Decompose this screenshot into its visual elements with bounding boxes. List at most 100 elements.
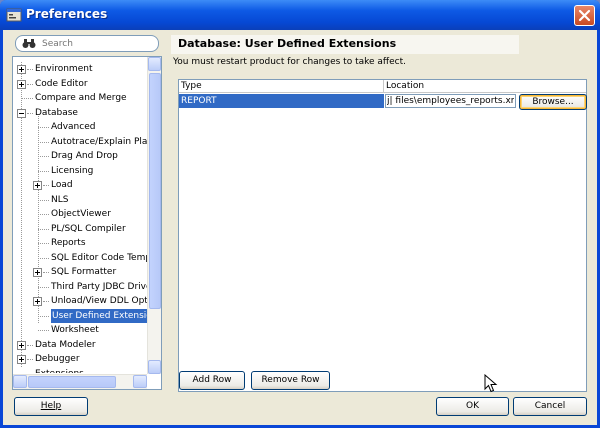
- extensions-table: Type Location REPORT Browse...: [178, 79, 587, 392]
- tree-item[interactable]: SQL Formatter: [13, 265, 147, 279]
- tree-connector: [38, 330, 49, 331]
- scroll-down-button[interactable]: [148, 360, 161, 374]
- tree-connector: [38, 156, 49, 157]
- tree-item[interactable]: Unload/View DDL Option: [13, 294, 147, 308]
- add-row-button[interactable]: Add Row: [179, 371, 245, 390]
- tree-item-label: SQL Formatter: [51, 267, 117, 277]
- preferences-tree: Environment Code Editor Compare and Merge D…: [12, 56, 162, 390]
- cancel-button[interactable]: Cancel: [513, 397, 587, 416]
- expand-icon[interactable]: [33, 268, 42, 277]
- tree-item-label: Reports: [51, 238, 86, 248]
- preferences-icon: [6, 7, 22, 23]
- close-button[interactable]: [574, 5, 595, 26]
- tree-item-label: Database: [35, 107, 78, 118]
- tree-item[interactable]: Reports: [13, 236, 147, 250]
- page-header: Database: User Defined Extensions: [171, 35, 519, 54]
- tree-item[interactable]: User Defined Extension: [13, 308, 147, 323]
- location-input[interactable]: [387, 95, 514, 107]
- tree-item[interactable]: Advanced: [13, 120, 147, 134]
- tree-connector: [27, 344, 33, 346]
- mouse-pointer-icon: [484, 374, 498, 393]
- tree-item-label: Code Editor: [35, 78, 88, 89]
- ok-button[interactable]: OK: [436, 397, 509, 416]
- expand-icon[interactable]: [17, 65, 26, 74]
- scroll-right-button[interactable]: [133, 375, 147, 388]
- tree-item-label: Debugger: [35, 354, 80, 364]
- tree-connector: [22, 98, 33, 99]
- tree-item[interactable]: Environment: [13, 62, 147, 76]
- tree-item[interactable]: Extensions: [13, 367, 147, 374]
- expand-icon[interactable]: [17, 79, 26, 89]
- tree-item[interactable]: Debugger: [13, 352, 147, 366]
- tree-connector: [38, 257, 49, 259]
- tree-item-label: Third Party JDBC Driver: [51, 281, 147, 292]
- tree-item[interactable]: Database: [13, 106, 147, 120]
- tree-connector: [38, 170, 49, 172]
- tree-item[interactable]: NLS: [13, 193, 147, 207]
- dialog-client-area: Environment Code Editor Compare and Merge D…: [3, 30, 597, 425]
- tree-item[interactable]: Licensing: [13, 164, 147, 178]
- remove-row-button[interactable]: Remove Row: [251, 371, 330, 390]
- help-button[interactable]: Help: [14, 397, 88, 416]
- scroll-thumb[interactable]: [149, 73, 161, 309]
- collapse-icon[interactable]: [17, 108, 26, 118]
- tree-connector: [38, 199, 49, 201]
- tree-item-label: User Defined Extension: [51, 308, 147, 323]
- tree-item-label: Unload/View DDL Option: [51, 296, 147, 306]
- expand-icon[interactable]: [17, 355, 26, 364]
- expand-icon[interactable]: [33, 297, 42, 306]
- tree-item-label: Drag And Drop: [51, 151, 118, 161]
- tree-connector: [27, 112, 33, 114]
- preferences-window: Preferences Environment Code Editor: [0, 0, 600, 428]
- scroll-left-button[interactable]: [13, 375, 27, 388]
- column-header-type[interactable]: Type: [179, 80, 384, 93]
- tree-connector: [38, 315, 49, 317]
- tree-connector: [38, 243, 49, 244]
- tree-item-label: Environment: [35, 64, 93, 74]
- expand-icon[interactable]: [17, 340, 26, 350]
- tree-item[interactable]: Compare and Merge: [13, 91, 147, 105]
- tree-connector: [38, 127, 49, 128]
- tree-connector: [27, 83, 33, 85]
- tree-item[interactable]: Worksheet: [13, 323, 147, 337]
- tree-connector: [43, 185, 49, 186]
- tree-item-label: Advanced: [51, 122, 96, 132]
- tree-connector: [38, 214, 49, 215]
- tree-item-label: Licensing: [51, 165, 94, 176]
- tree-item-label: SQL Editor Code Templa: [51, 252, 147, 263]
- tree-items: Environment Code Editor Compare and Merge D…: [13, 57, 147, 373]
- search-input[interactable]: [42, 37, 154, 50]
- tree-horizontal-scrollbar[interactable]: [13, 374, 147, 389]
- tree-connector: [38, 286, 49, 288]
- tree-item[interactable]: SQL Editor Code Templa: [13, 251, 147, 265]
- tree-item[interactable]: Autotrace/Explain Plan: [13, 135, 147, 149]
- tree-item[interactable]: Third Party JDBC Driver: [13, 280, 147, 294]
- cell-type[interactable]: REPORT: [179, 94, 384, 108]
- tree-vertical-scrollbar[interactable]: [147, 57, 161, 374]
- tree-item[interactable]: ObjectViewer: [13, 207, 147, 221]
- tree-item-label: Worksheet: [51, 325, 99, 335]
- tree-item-label: Data Modeler: [35, 339, 96, 350]
- tree-item[interactable]: Load: [13, 178, 147, 192]
- tree-item[interactable]: PL/SQL Compiler: [13, 222, 147, 236]
- help-button-label: Help: [40, 401, 62, 411]
- browse-button[interactable]: Browse...: [519, 94, 587, 110]
- restart-note: You must restart product for changes to …: [173, 57, 406, 67]
- tree-item[interactable]: Data Modeler: [13, 338, 147, 352]
- scroll-up-button[interactable]: [148, 57, 161, 71]
- tree-connector: [27, 359, 33, 360]
- tree-item-label: NLS: [51, 194, 69, 205]
- search-binoculars-icon: [22, 38, 36, 52]
- tree-connector: [27, 69, 33, 70]
- location-field: [385, 94, 516, 108]
- expand-icon[interactable]: [33, 181, 42, 190]
- title-bar[interactable]: Preferences: [0, 0, 600, 30]
- tree-item[interactable]: Code Editor: [13, 77, 147, 91]
- tree-item[interactable]: Drag And Drop: [13, 149, 147, 163]
- tree-connector: [38, 228, 49, 230]
- scroll-thumb-horizontal[interactable]: [28, 376, 116, 388]
- tree-item-label: Extensions: [35, 367, 84, 374]
- tree-item-label: Load: [51, 180, 73, 190]
- tree-item-label: PL/SQL Compiler: [51, 223, 126, 234]
- column-header-location[interactable]: Location: [384, 80, 586, 93]
